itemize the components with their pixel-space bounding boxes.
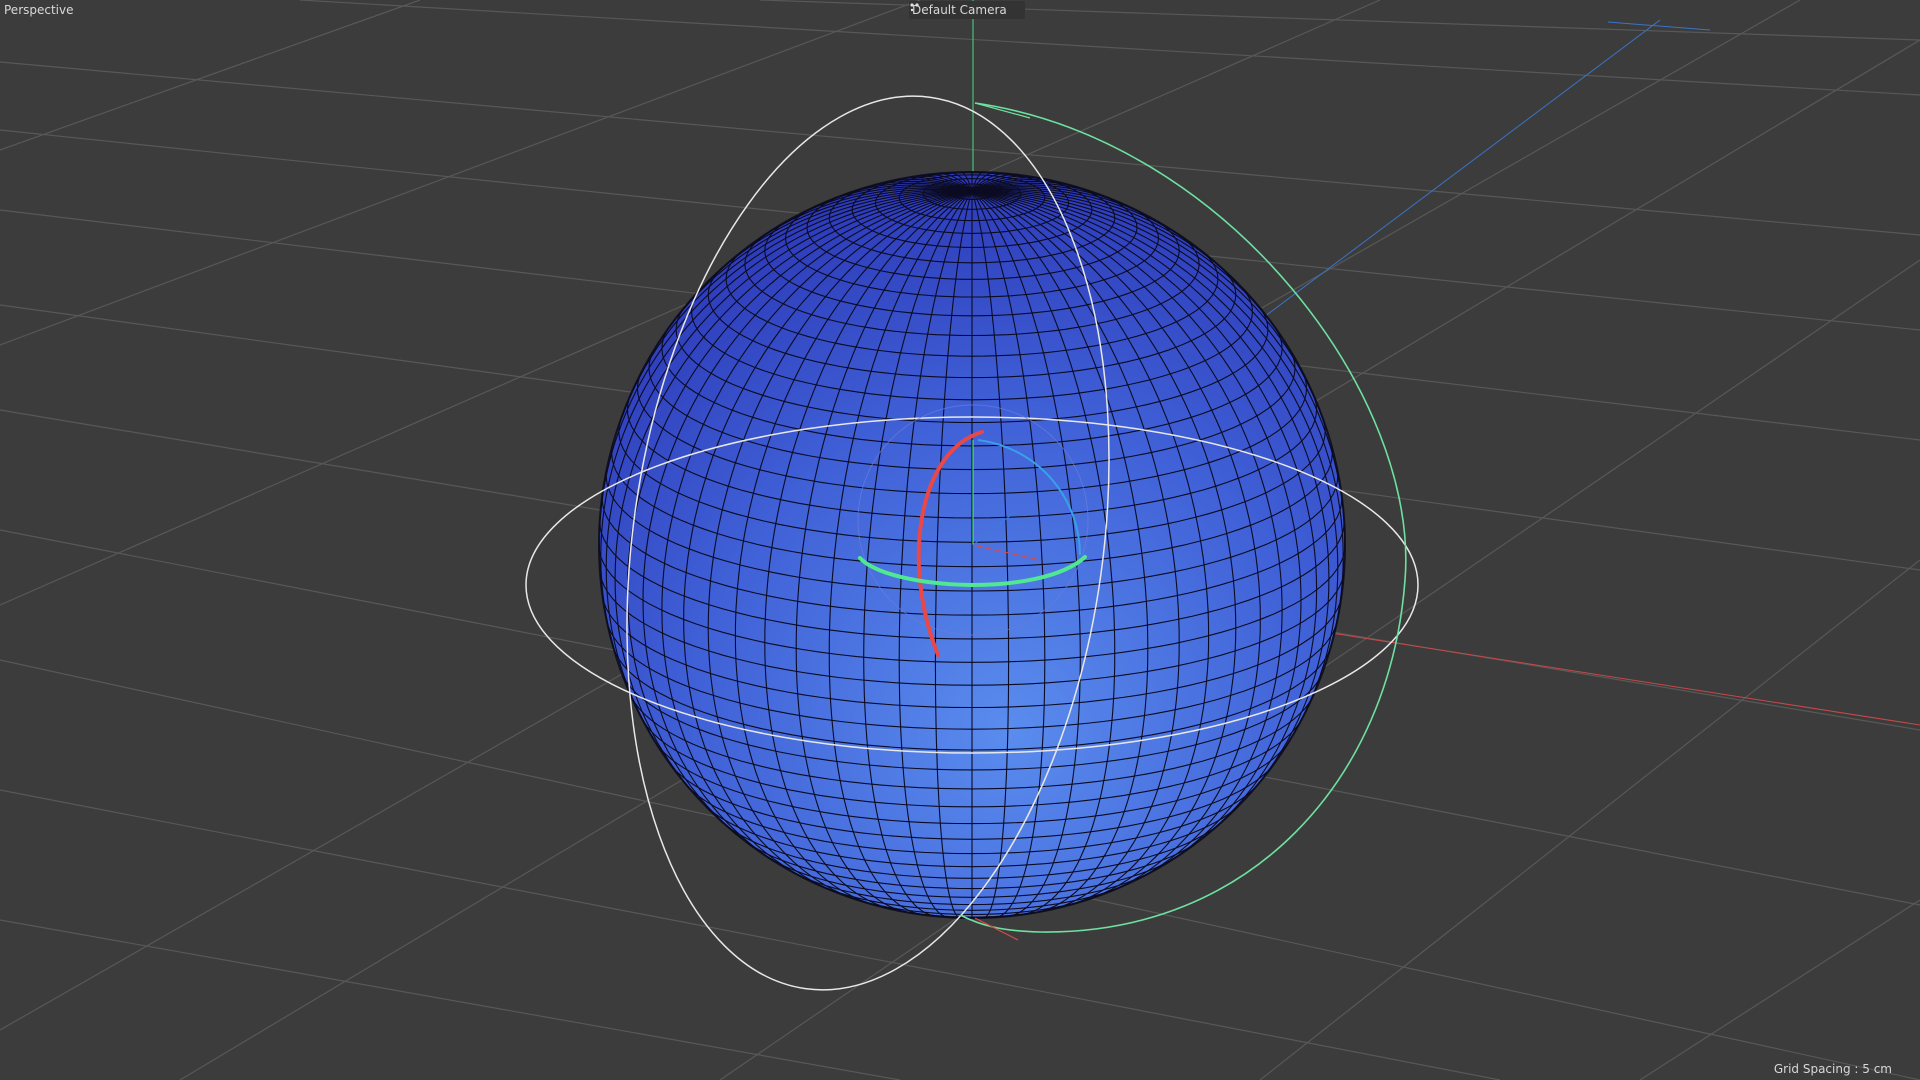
- camera-name-label: Default Camera: [912, 3, 1007, 17]
- floor-grid-line: [299, 0, 1920, 96]
- floor-grid-line: [1639, 899, 1920, 1080]
- floor-grid-line: [0, 919, 901, 1080]
- top-right-axis-hint: [1607, 21, 1711, 31]
- floor-grid-line: [0, 0, 421, 151]
- view-name-label[interactable]: Perspective: [4, 2, 74, 18]
- gizmo-red-tick: [974, 917, 1019, 941]
- gizmo-green-tick: [974, 102, 1031, 119]
- camera-dots-icon: [910, 3, 1022, 16]
- 3d-viewport[interactable]: Perspective Default Camera Grid Spacing …: [0, 0, 1920, 1080]
- floor-grid-line: [1259, 559, 1920, 1080]
- viewport-canvas[interactable]: [0, 0, 1920, 1080]
- grid-spacing-label: Grid Spacing : 5 cm: [1773, 1062, 1892, 1076]
- sphere-object[interactable]: [598, 171, 1346, 919]
- camera-selector[interactable]: Default Camera: [909, 1, 1025, 19]
